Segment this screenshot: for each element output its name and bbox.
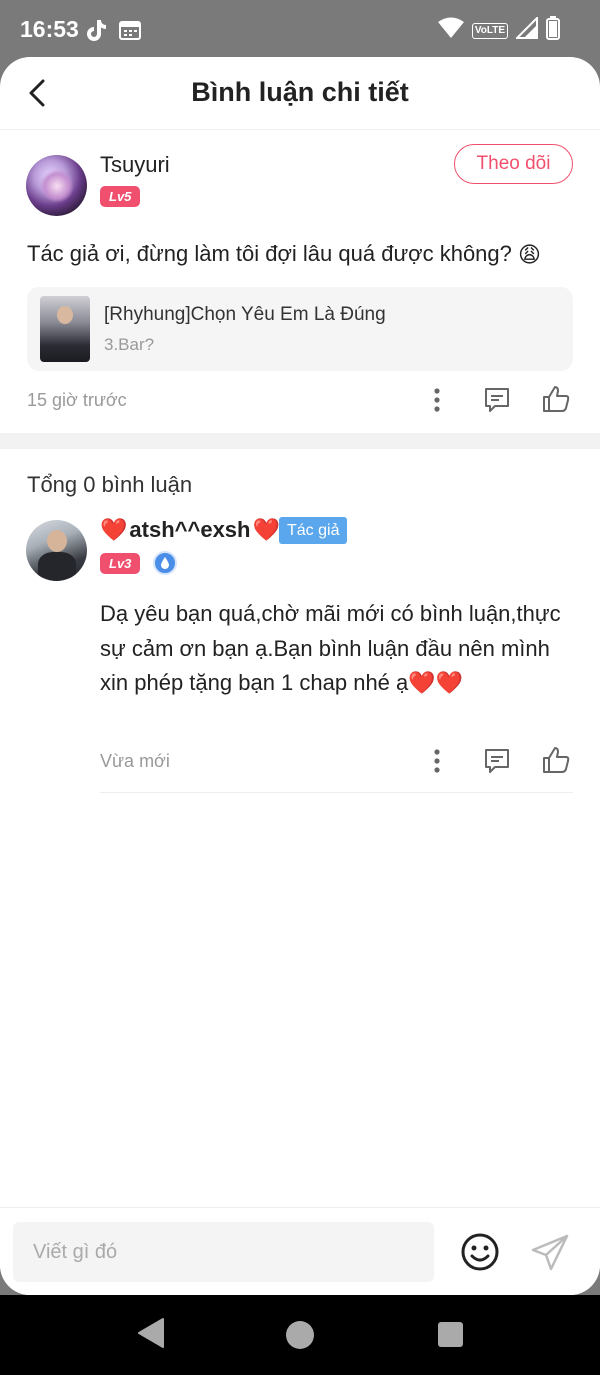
reply-icon[interactable]: [481, 745, 513, 777]
status-time: 16:53: [20, 16, 79, 42]
story-title: [Rhyhung]Chọn Yêu Em Là Đúng: [104, 304, 386, 325]
header: Bình luận chi tiết: [0, 57, 600, 130]
emoji-icon[interactable]: [459, 1231, 501, 1273]
nav-recent-apps-icon[interactable]: [438, 1322, 463, 1347]
avatar[interactable]: [26, 520, 87, 581]
reply-time: Vừa mới: [100, 751, 170, 771]
calendar-icon: [119, 20, 141, 45]
comment-detail-sheet: Bình luận chi tiết Tsuyuri Lv5 Theo dõi …: [0, 57, 600, 1295]
more-options-icon[interactable]: [421, 745, 453, 777]
comment-time: 15 giờ trước: [27, 390, 127, 410]
author-tag: Tác giả: [279, 517, 348, 544]
story-card[interactable]: [Rhyhung]Chọn Yêu Em Là Đúng 3.Bar?: [27, 287, 573, 371]
system-nav-bar: [0, 1295, 600, 1375]
signal-icon: [514, 15, 538, 44]
avatar[interactable]: [26, 155, 87, 216]
reply-divider: [100, 792, 573, 793]
story-cover-image: [40, 296, 90, 362]
volte-label: VoLTE: [471, 22, 508, 39]
comment-input[interactable]: [13, 1222, 434, 1282]
total-comments-label: Tổng 0 bình luận: [27, 472, 193, 497]
section-divider: [0, 433, 600, 449]
like-icon[interactable]: [540, 744, 572, 776]
battery-icon: [546, 16, 560, 45]
wifi-icon: [437, 17, 464, 44]
heart-emoji: ❤️: [100, 517, 128, 542]
level-badge: Lv3: [100, 553, 141, 574]
reply-text: Dạ yêu bạn quá,chờ mãi mới có bình luận,…: [100, 601, 561, 695]
status-right-icons: VoLTE: [437, 15, 560, 45]
reply-username[interactable]: ❤️ atsh^^exsh ❤️: [100, 517, 280, 543]
send-icon[interactable]: [529, 1232, 571, 1274]
status-left-icons: [85, 18, 141, 47]
weary-face-emoji: 😩: [518, 242, 541, 268]
follow-button[interactable]: Theo dõi: [454, 144, 573, 184]
tiktok-icon: [85, 18, 107, 47]
level-badge: Lv5: [100, 186, 141, 207]
comment-input-bar: [0, 1207, 600, 1295]
page-title: Bình luận chi tiết: [191, 77, 409, 107]
comment-body: Tác giả ơi, đừng làm tôi đợi lâu quá đượ…: [27, 241, 512, 266]
status-bar: 16:53 VoLTE: [0, 0, 600, 60]
water-drop-badge-icon: [153, 551, 177, 575]
story-chapter: 3.Bar?: [104, 335, 155, 354]
nav-back-icon[interactable]: [137, 1317, 165, 1354]
comment-username[interactable]: Tsuyuri: [100, 152, 170, 178]
heart-emoji: ❤️: [252, 517, 280, 542]
more-options-icon[interactable]: [421, 384, 453, 416]
nav-home-icon[interactable]: [286, 1321, 314, 1349]
reply-icon[interactable]: [481, 384, 513, 416]
like-icon[interactable]: [540, 383, 572, 415]
reply-username-text: atsh^^exsh: [129, 517, 251, 542]
comment-text: Tác giả ơi, đừng làm tôi đợi lâu quá đượ…: [27, 239, 587, 270]
